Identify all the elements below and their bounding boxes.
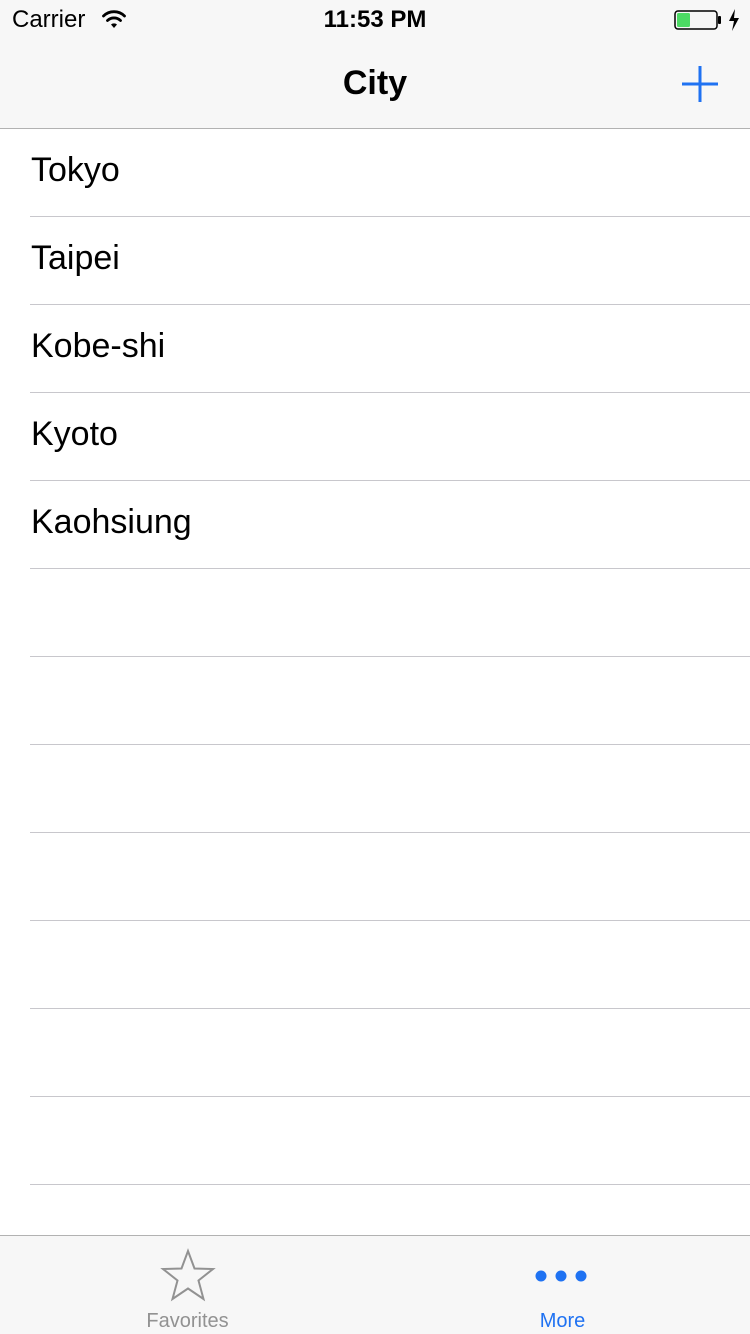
city-row-kaohsiung[interactable]: Kaohsiung xyxy=(30,481,750,569)
plus-icon xyxy=(682,66,718,102)
status-bar: Carrier 11:53 PM xyxy=(0,0,750,40)
city-row-kobe-shi[interactable]: Kobe-shi xyxy=(30,305,750,393)
city-table: Tokyo Taipei Kobe-shi Kyoto Kaohsiung xyxy=(0,129,750,1235)
empty-row xyxy=(30,745,750,833)
battery-icon xyxy=(674,10,721,30)
tab-favorites[interactable]: Favorites xyxy=(0,1236,375,1334)
navigation-bar: City xyxy=(0,40,750,129)
page-title: City xyxy=(342,64,408,102)
empty-row xyxy=(30,1185,750,1235)
city-row-kyoto[interactable]: Kyoto xyxy=(30,393,750,481)
city-row-tokyo[interactable]: Tokyo xyxy=(30,129,750,217)
city-row-taipei[interactable]: Taipei xyxy=(30,217,750,305)
tab-label: More xyxy=(539,1310,586,1332)
tab-bar: Favorites More xyxy=(0,1235,750,1334)
add-city-button[interactable] xyxy=(676,60,724,108)
city-name: Taipei xyxy=(31,239,120,277)
city-name: Tokyo xyxy=(31,151,120,189)
empty-row xyxy=(30,569,750,657)
clock: 11:53 PM xyxy=(323,6,427,33)
more-dots-icon xyxy=(535,1270,586,1282)
empty-row xyxy=(30,1009,750,1097)
city-name: Kaohsiung xyxy=(31,503,192,541)
empty-row xyxy=(30,833,750,921)
charging-bolt-icon xyxy=(729,9,739,31)
empty-row xyxy=(30,657,750,745)
screen: Carrier 11:53 PM City Tokyo Taipei Kobe-… xyxy=(0,0,750,1334)
star-icon xyxy=(159,1248,216,1302)
city-name: Kobe-shi xyxy=(31,327,166,365)
empty-row xyxy=(30,1097,750,1185)
empty-row xyxy=(30,921,750,1009)
tab-more[interactable]: More xyxy=(375,1236,750,1334)
city-name: Kyoto xyxy=(31,415,118,453)
tab-label: Favorites xyxy=(146,1310,229,1332)
